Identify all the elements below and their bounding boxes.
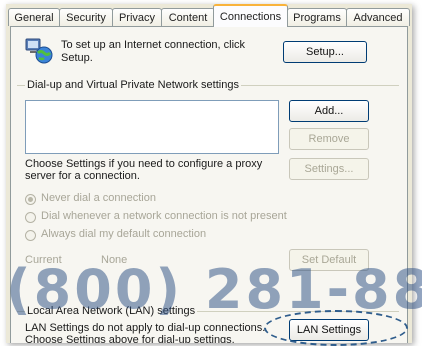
- tab-security[interactable]: Security: [59, 8, 113, 26]
- tab-general[interactable]: General: [8, 8, 60, 26]
- dialup-group-label: Dial-up and Virtual Private Network sett…: [25, 79, 241, 91]
- radio-dial-whenever-label: Dial whenever a network connection is no…: [41, 210, 287, 222]
- internet-options-dialog: General Security Privacy Content Connect…: [6, 4, 412, 343]
- settings-button: Settings...: [289, 158, 369, 180]
- network-globe-icon: [25, 37, 53, 65]
- radio-always-dial: [25, 230, 36, 241]
- radio-dial-whenever: [25, 212, 36, 223]
- remove-button: Remove: [289, 128, 369, 150]
- tab-advanced[interactable]: Advanced: [346, 8, 410, 26]
- setup-description: To set up an Internet connection, click …: [61, 39, 246, 64]
- connections-page: To set up an Internet connection, click …: [10, 26, 408, 343]
- lan-group-label: Local Area Network (LAN) settings: [25, 305, 198, 317]
- tab-strip: General Security Privacy Content Connect…: [6, 4, 412, 28]
- tab-privacy[interactable]: Privacy: [112, 8, 162, 26]
- tab-connections[interactable]: Connections: [213, 4, 288, 27]
- lan-settings-button[interactable]: LAN Settings: [289, 319, 369, 341]
- radio-always-dial-label: Always dial my default connection: [41, 228, 207, 240]
- lan-description: LAN Settings do not apply to dial-up con…: [25, 322, 266, 343]
- current-label: Current: [25, 254, 62, 266]
- setup-button[interactable]: Setup...: [283, 41, 367, 63]
- current-value: None: [101, 254, 128, 266]
- set-default-button: Set Default: [289, 249, 369, 271]
- add-button[interactable]: Add...: [289, 100, 369, 122]
- tab-programs[interactable]: Programs: [287, 8, 347, 26]
- connections-list[interactable]: [25, 100, 279, 154]
- tab-content[interactable]: Content: [161, 8, 215, 26]
- proxy-settings-description: Choose Settings if you need to configure…: [25, 158, 263, 182]
- radio-never-dial-label: Never dial a connection: [41, 192, 156, 204]
- radio-never-dial: [25, 194, 36, 205]
